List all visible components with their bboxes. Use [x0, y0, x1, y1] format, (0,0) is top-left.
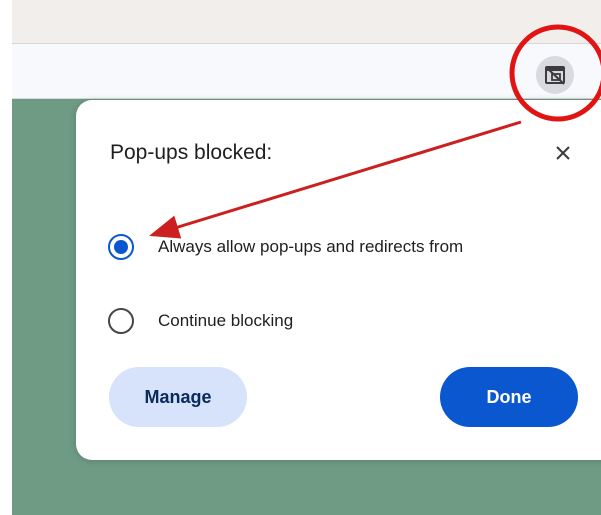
- close-icon: [556, 146, 570, 160]
- manage-button[interactable]: Manage: [109, 367, 247, 427]
- always-allow-radio[interactable]: [108, 234, 134, 260]
- close-button[interactable]: [548, 138, 578, 168]
- done-button[interactable]: Done: [440, 367, 578, 427]
- continue-blocking-radio[interactable]: [108, 308, 134, 334]
- browser-toolbar: [12, 44, 601, 99]
- browser-tab-strip: [12, 0, 601, 44]
- continue-blocking-label: Continue blocking: [158, 311, 294, 330]
- option-continue-blocking[interactable]: Continue blocking: [108, 308, 293, 334]
- dialog-title: Pop-ups blocked:: [110, 141, 273, 164]
- always-allow-label: Always allow pop-ups and redirects from: [158, 237, 464, 256]
- popup-blocked-icon: [545, 66, 565, 85]
- option-always-allow[interactable]: Always allow pop-ups and redirects from: [108, 234, 463, 260]
- popup-blocked-dialog: Pop-ups blocked: Always allow pop-ups an…: [76, 100, 601, 460]
- popup-blocked-button[interactable]: [536, 56, 574, 94]
